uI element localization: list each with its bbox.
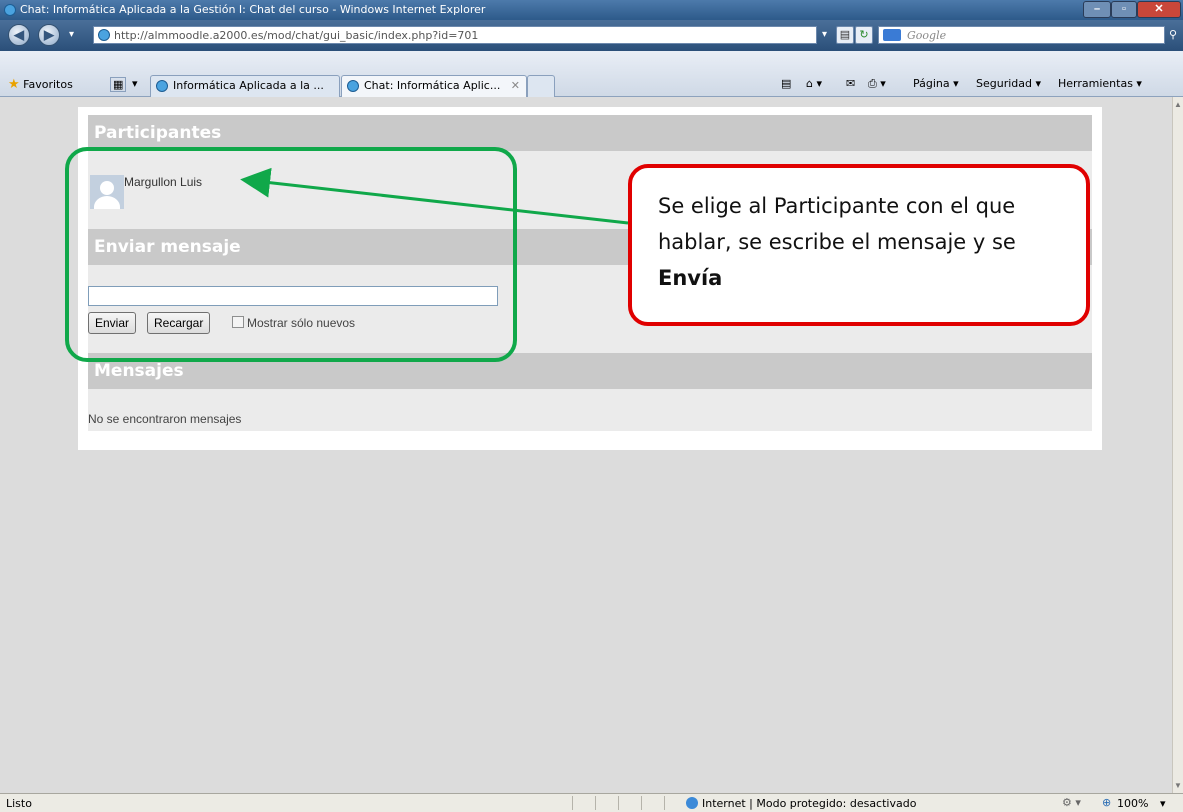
annotation-text: Se elige al Participante con el que habl… <box>658 194 1016 254</box>
zoom-icon[interactable]: ⊕ <box>1102 796 1111 809</box>
annotation-arrow <box>240 167 629 225</box>
security-status-icon[interactable]: ⚙ ▾ <box>1062 796 1081 809</box>
status-text: Listo <box>6 797 32 810</box>
status-bar: Listo Internet | Modo protegido: desacti… <box>0 793 1183 812</box>
zone-text[interactable]: Internet | Modo protegido: desactivado <box>702 797 916 810</box>
annotation-bold: Envía <box>658 266 723 290</box>
annotation-callout: Se elige al Participante con el que habl… <box>628 164 1090 326</box>
zoom-dropdown-icon[interactable]: ▾ <box>1160 797 1166 810</box>
globe-icon <box>686 797 698 809</box>
zoom-level[interactable]: 100% <box>1117 797 1148 810</box>
